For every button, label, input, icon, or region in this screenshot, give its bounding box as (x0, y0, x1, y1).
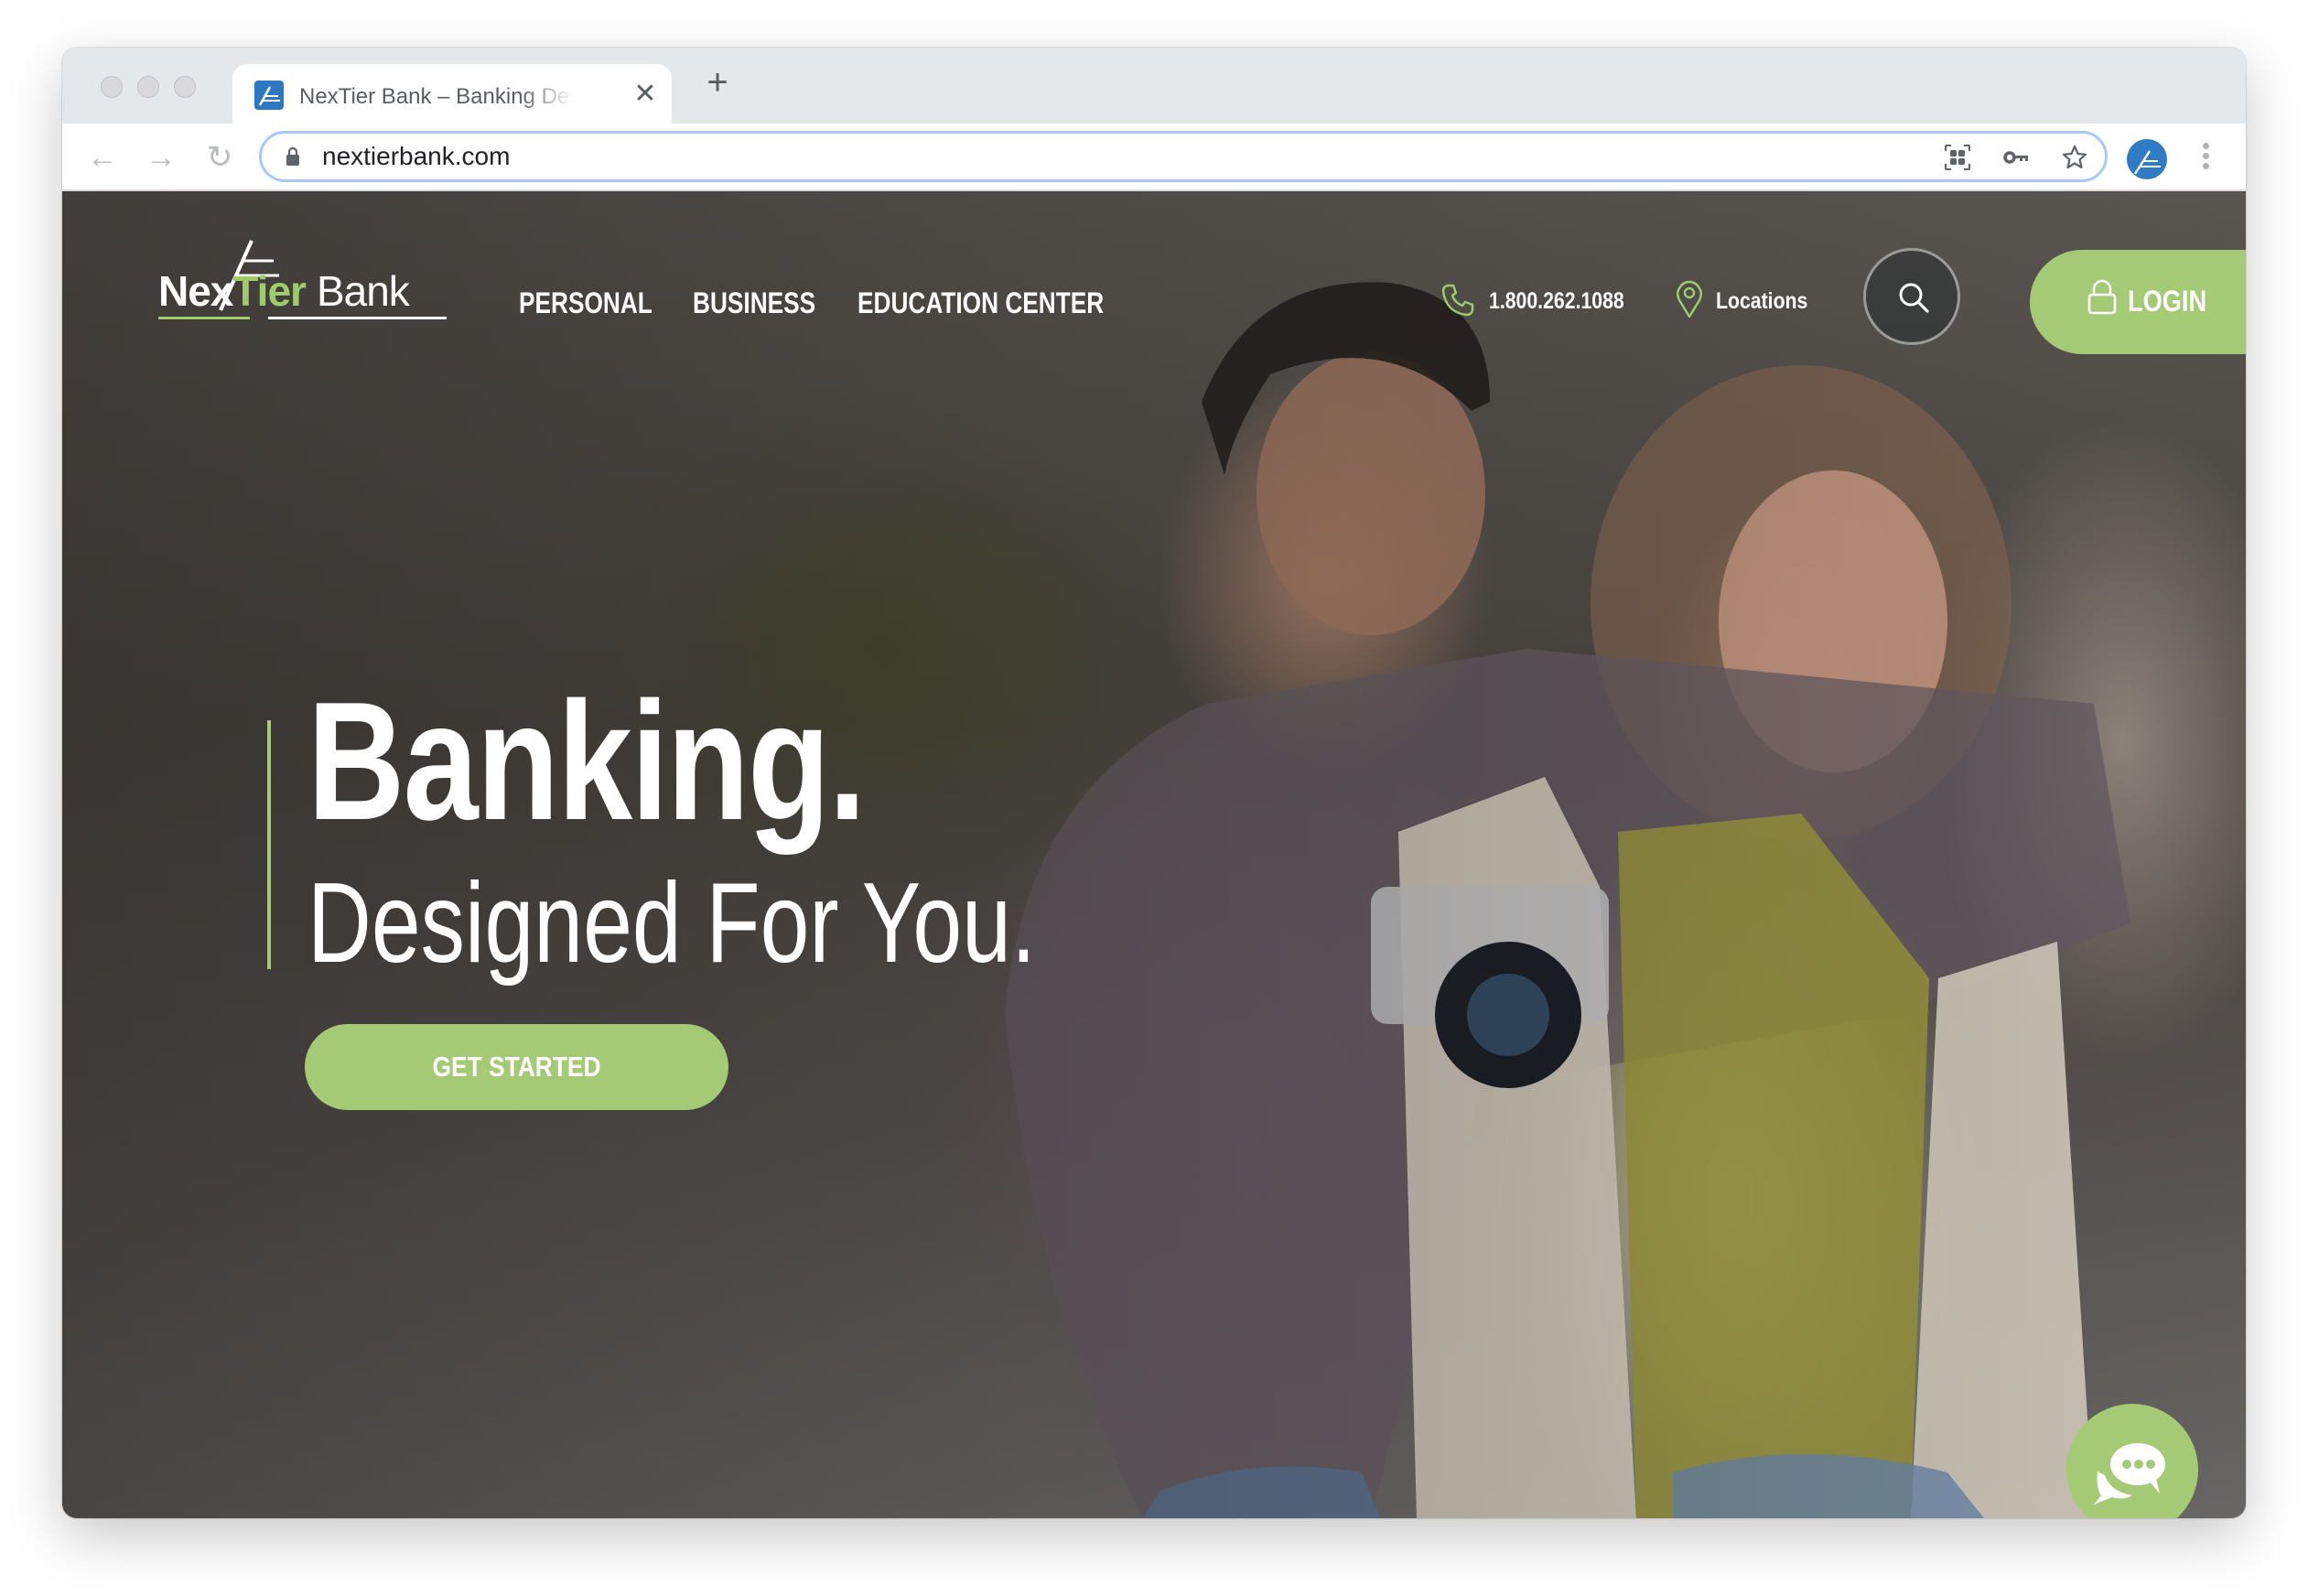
nav-education-center[interactable]: EDUCATION CENTER (857, 286, 1104, 319)
menu-dots-icon[interactable] (2200, 140, 2211, 177)
back-button[interactable]: ← (84, 139, 121, 176)
headline-accent-bar (267, 720, 271, 969)
bookmark-star-icon[interactable] (2061, 144, 2088, 171)
nextier-logo[interactable]: NexTier Bank (158, 239, 447, 323)
nav-personal[interactable]: PERSONAL (519, 286, 652, 319)
key-icon[interactable] (2002, 144, 2030, 171)
get-started-label: GET STARTED (432, 1051, 601, 1083)
locations-link[interactable]: Locations (1716, 288, 1807, 314)
maximize-window-button[interactable] (174, 76, 196, 98)
address-bar[interactable]: nextierbank.com (259, 131, 2108, 182)
reload-button[interactable]: ↻ (201, 139, 238, 176)
hero-overlay (62, 191, 2246, 1518)
phone-number-link[interactable]: 1.800.262.1088 (1489, 288, 1624, 314)
get-started-button[interactable]: GET STARTED (305, 1024, 728, 1110)
qr-code-icon[interactable] (1944, 144, 1971, 171)
browser-toolbar: ← → ↻ nextierbank.com (62, 124, 2246, 191)
close-window-button[interactable] (101, 76, 123, 98)
hero-section: NexTier Bank PERSONAL BUSINESS EDUCATION … (62, 191, 2246, 1518)
lock-icon (2087, 280, 2117, 315)
browser-tab[interactable]: NexTier Bank – Banking Designed For You … (232, 64, 672, 124)
tab-strip: NexTier Bank – Banking Designed For You … (62, 48, 2246, 124)
url-text[interactable]: nextierbank.com (322, 134, 510, 179)
search-icon (1899, 283, 1929, 313)
hero-headline: Banking. (307, 666, 866, 855)
tab-close-icon[interactable]: ✕ (631, 81, 659, 108)
location-pin-icon (1676, 280, 1703, 323)
nextier-favicon-icon (254, 81, 284, 110)
hero-subheadline: Designed For You. (307, 860, 1036, 987)
forward-button[interactable]: → (143, 139, 179, 176)
logo-underline-white (268, 317, 447, 319)
new-tab-button[interactable]: + (701, 64, 734, 101)
login-label: LOGIN (2128, 285, 2207, 318)
logo-wordmark: NexTier Bank (158, 267, 410, 315)
chat-bubbles-icon (2094, 1440, 2169, 1504)
minimize-window-button[interactable] (137, 76, 159, 98)
search-button[interactable] (1863, 248, 1960, 345)
logo-underline-green (158, 317, 250, 319)
login-button[interactable]: LOGIN (2030, 250, 2246, 354)
phone-icon (1440, 283, 1475, 322)
lock-icon[interactable] (286, 146, 300, 171)
nav-business[interactable]: BUSINESS (693, 286, 815, 319)
tab-title: NexTier Bank – Banking Designed For You (299, 84, 574, 109)
browser-window: NexTier Bank – Banking Designed For You … (62, 48, 2246, 1518)
profile-avatar[interactable] (2127, 139, 2167, 179)
